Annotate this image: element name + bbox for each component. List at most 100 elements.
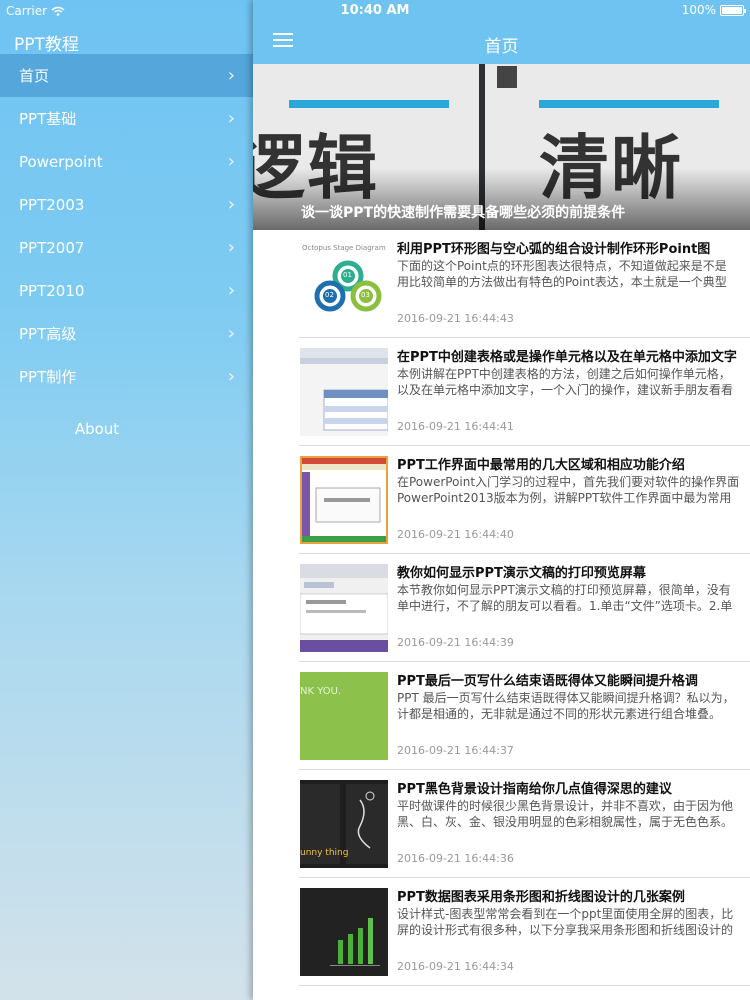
hero-banner[interactable]: 逻辑 清晰 谈一谈PPT的快速制作需要具备哪些必须的前提条件 (253, 64, 750, 230)
sidebar-item-label: PPT基础 (19, 110, 77, 128)
sidebar-item-ppt2007[interactable]: PPT2007 › (0, 226, 253, 269)
article-date: 2016-09-21 16:44:41 (397, 420, 514, 433)
article-summary: 本节教你如何显示PPT演示文稿的打印预览屏幕，很简单，没有 单中进行，不了解的朋… (397, 582, 750, 614)
list-item[interactable]: PPT工作界面中最常用的几大区域和相应功能介绍 在PowerPoint入门学习的… (299, 446, 750, 554)
sidebar-item-ppt-basics[interactable]: PPT基础 › (0, 97, 253, 140)
hero-caption: 谈一谈PPT的快速制作需要具备哪些必须的前提条件 (301, 205, 626, 221)
article-summary-line: 设计样式-图表型常常会看到在一个ppt里面使用全屏的图表，比 (397, 907, 734, 921)
article-title: 教你如何显示PPT演示文稿的打印预览屏幕 (397, 566, 646, 581)
article-title: PPT工作界面中最常用的几大区域和相应功能介绍 (397, 458, 685, 473)
article-thumbnail: NK YOU. (300, 672, 388, 760)
article-thumbnail (300, 888, 388, 976)
sidebar-item-label: PPT2007 (19, 238, 85, 257)
sidebar-item-label: Powerpoint (19, 152, 103, 171)
article-summary-line: 黑、白、灰、金、银没用明显的色彩相貌属性，属于无色色系。 (397, 815, 734, 829)
chevron-right-icon: › (227, 194, 235, 215)
list-item[interactable]: 在PPT中创建表格或是操作单元格以及在单元格中添加文字 本例讲解在PPT中创建表… (299, 338, 750, 446)
table-screenshot-icon (300, 348, 388, 431)
thumb-number: 01 (343, 271, 352, 279)
print-preview-icon (300, 564, 388, 652)
article-summary: 平时做课件的时候很少黑色背景设计，并非不喜欢，由于因为他 黑、白、灰、金、银没用… (397, 798, 750, 830)
sidebar-item-label: PPT2010 (19, 281, 85, 300)
article-thumbnail (300, 564, 388, 652)
article-title: PPT最后一页写什么结束语既得体又能瞬间提升格调 (397, 674, 698, 689)
sidebar-item-label: PPT高级 (19, 325, 77, 343)
article-title: PPT黑色背景设计指南给你几点值得深思的建议 (397, 782, 672, 797)
list-item[interactable]: PPT数据图表采用条形图和折线图设计的几张案例 设计样式-图表型常常会看到在一个… (299, 878, 750, 986)
chevron-right-icon: › (227, 151, 235, 172)
chevron-right-icon: › (227, 108, 235, 129)
thumb-number: 03 (361, 291, 370, 299)
article-summary-line: 计都是相通的，无非就是通过不同的形状元素进行组合堆叠。 (397, 707, 722, 721)
ring-diagram-icon (314, 260, 382, 312)
sidebar-item-ppt-making[interactable]: PPT制作 › (0, 355, 253, 398)
thumb-caption: unny thing (300, 848, 349, 858)
sidebar-item-label: PPT2003 (19, 195, 85, 214)
about-link[interactable]: About (0, 420, 194, 438)
sidebar-item-label: 首页 (19, 67, 50, 85)
list-item[interactable]: Octopus Stage Diagram 01 02 03 利用PPT环形图与… (299, 230, 750, 338)
hero-strip (289, 100, 449, 108)
article-summary: 设计样式-图表型常常会看到在一个ppt里面使用全屏的图表，比 屏的设计形式有很多… (397, 906, 750, 938)
article-date: 2016-09-21 16:44:36 (397, 852, 514, 865)
article-date: 2016-09-21 16:44:39 (397, 636, 514, 649)
sidebar-item-ppt2010[interactable]: PPT2010 › (0, 269, 253, 312)
bar-chart-icon (330, 918, 380, 966)
list-item[interactable]: 教你如何显示PPT演示文稿的打印预览屏幕 本节教你如何显示PPT演示文稿的打印预… (299, 554, 750, 662)
article-summary-line: 用比较简单的方法做出有特色的Point表达，本土就是一个典型 (397, 275, 727, 289)
thumb-number: 02 (325, 291, 334, 299)
article-title: 利用PPT环形图与空心弧的组合设计制作环形Point图 (397, 242, 711, 257)
article-summary-line: 本例讲解在PPT中创建表格的方法，创建之后如何操作单元格， (397, 367, 731, 381)
sidebar-title: PPT教程 (14, 35, 79, 55)
chevron-right-icon: › (227, 65, 235, 86)
sidebar-item-powerpoint[interactable]: Powerpoint › (0, 140, 253, 183)
list-item[interactable]: unny thing PPT黑色背景设计指南给你几点值得深思的建议 平时做课件的… (299, 770, 750, 878)
article-summary-line: PowerPoint2013版本为例，讲解PPT软件工作界面中最为常用 (397, 491, 732, 505)
article-date: 2016-09-21 16:44:40 (397, 528, 514, 541)
thumb-caption: NK YOU. (300, 686, 342, 697)
sidebar-item-label: PPT制作 (19, 368, 77, 386)
article-title: PPT数据图表采用条形图和折线图设计的几张案例 (397, 890, 685, 905)
article-summary-line: 以及在单元格中添加文字，一个入门的操作，建议新手朋友看看 (397, 383, 734, 397)
article-summary: 本例讲解在PPT中创建表格的方法，创建之后如何操作单元格， 以及在单元格中添加文… (397, 366, 750, 398)
article-summary: 在PowerPoint入门学习的过程中，首先我们要对软件的操作界面 PowerP… (397, 474, 750, 506)
chevron-right-icon: › (227, 237, 235, 258)
hero-tag (497, 66, 517, 88)
battery-percent: 100% (681, 3, 716, 17)
article-thumbnail (300, 456, 388, 544)
article-summary-line: 平时做课件的时候很少黑色背景设计，并非不喜欢，由于因为他 (397, 799, 734, 813)
article-summary: PPT 最后一页写什么结束语既得体又能瞬间提升格调？私以为， 计都是相通的，无非… (397, 690, 750, 722)
article-date: 2016-09-21 16:44:43 (397, 312, 514, 325)
chevron-right-icon: › (227, 323, 235, 344)
list-item[interactable]: NK YOU. PPT最后一页写什么结束语既得体又能瞬间提升格调 PPT 最后一… (299, 662, 750, 770)
article-summary-line: 下面的这个Point点的环形图表达很特点，不知道做起来是不是 (397, 259, 727, 273)
status-bar: Carrier 10:40 AM 100% (0, 0, 750, 22)
chevron-right-icon: › (227, 280, 235, 301)
hero-strip (539, 100, 719, 108)
article-summary-line: 本节教你如何显示PPT演示文稿的打印预览屏幕，很简单，没有 (397, 583, 731, 597)
article-summary-line: PPT 最后一页写什么结束语既得体又能瞬间提升格调？私以为， (397, 691, 735, 705)
article-thumbnail (300, 348, 388, 436)
clock: 10:40 AM (340, 3, 410, 18)
sidebar-item-ppt2003[interactable]: PPT2003 › (0, 183, 253, 226)
article-summary: 下面的这个Point点的环形图表达很特点，不知道做起来是不是 用比较简单的方法做… (397, 258, 750, 290)
article-date: 2016-09-21 16:44:37 (397, 744, 514, 757)
article-title: 在PPT中创建表格或是操作单元格以及在单元格中添加文字 (397, 350, 737, 365)
article-thumbnail: Octopus Stage Diagram 01 02 03 (300, 240, 388, 328)
page-title: 首页 (484, 37, 519, 57)
thumb-caption: Octopus Stage Diagram (302, 244, 386, 252)
article-date: 2016-09-21 16:44:34 (397, 960, 514, 973)
battery-indicator: 100% (681, 3, 746, 17)
main-panel: 首页 逻辑 清晰 谈一谈PPT的快速制作需要具备哪些必须的前提条件 Octopu… (253, 0, 750, 1000)
sidebar-item-ppt-advanced[interactable]: PPT高级 › (0, 312, 253, 355)
sidebar-menu: 首页 › PPT基础 › Powerpoint › PPT2003 › PPT2… (0, 54, 253, 398)
article-summary-line: 在PowerPoint入门学习的过程中，首先我们要对软件的操作界面 (397, 475, 740, 489)
chevron-right-icon: › (227, 366, 235, 387)
interface-screenshot-icon (302, 458, 386, 542)
sidebar-item-home[interactable]: 首页 › (0, 54, 253, 97)
battery-icon (720, 4, 746, 16)
article-thumbnail: unny thing (300, 780, 388, 868)
sidebar: PPT教程 首页 › PPT基础 › Powerpoint › PPT2003 … (0, 0, 253, 1000)
article-summary-line: 单中进行，不了解的朋友可以看看。1.单击“文件”选项卡。2.单 (397, 599, 733, 613)
article-list: Octopus Stage Diagram 01 02 03 利用PPT环形图与… (253, 230, 750, 986)
